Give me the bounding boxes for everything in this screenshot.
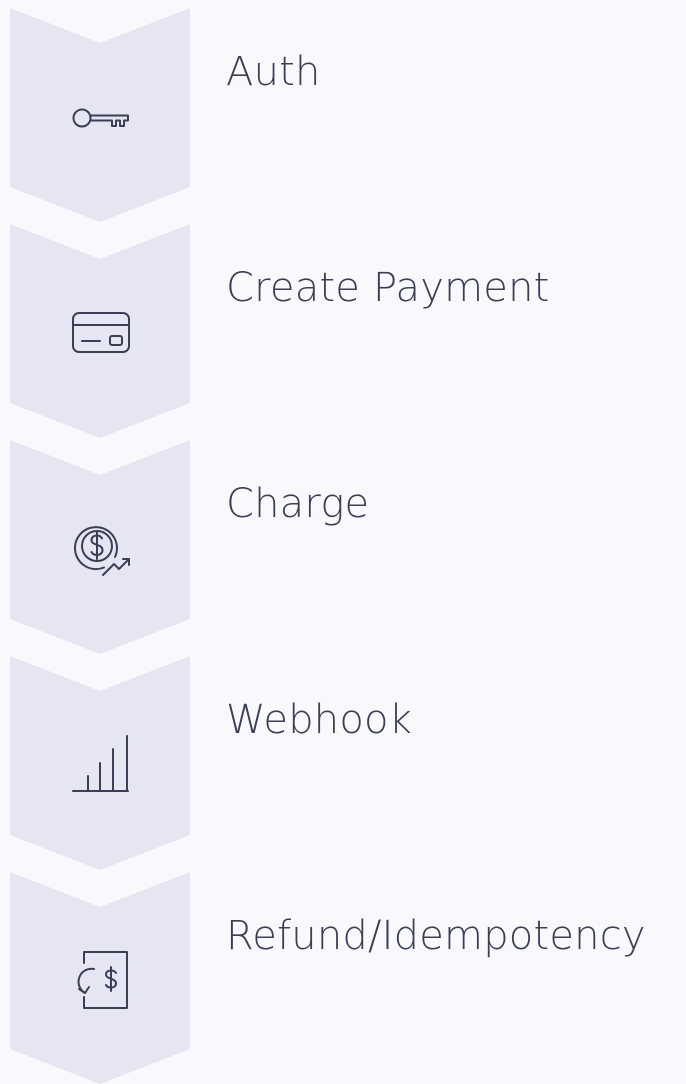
step-label-create-payment: Create Payment — [226, 265, 550, 311]
key-icon — [70, 87, 132, 149]
step-label-charge: Charge — [226, 481, 370, 527]
step-label-refund-idempotency: Refund/Idempotency — [226, 913, 646, 959]
step-label-webhook: Webhook — [226, 697, 413, 743]
refund-document-icon — [70, 949, 132, 1011]
dollar-coin-growth-icon — [70, 517, 132, 579]
signal-bars-icon — [70, 733, 132, 795]
credit-card-icon — [70, 301, 132, 363]
step-label-auth: Auth — [226, 49, 321, 95]
